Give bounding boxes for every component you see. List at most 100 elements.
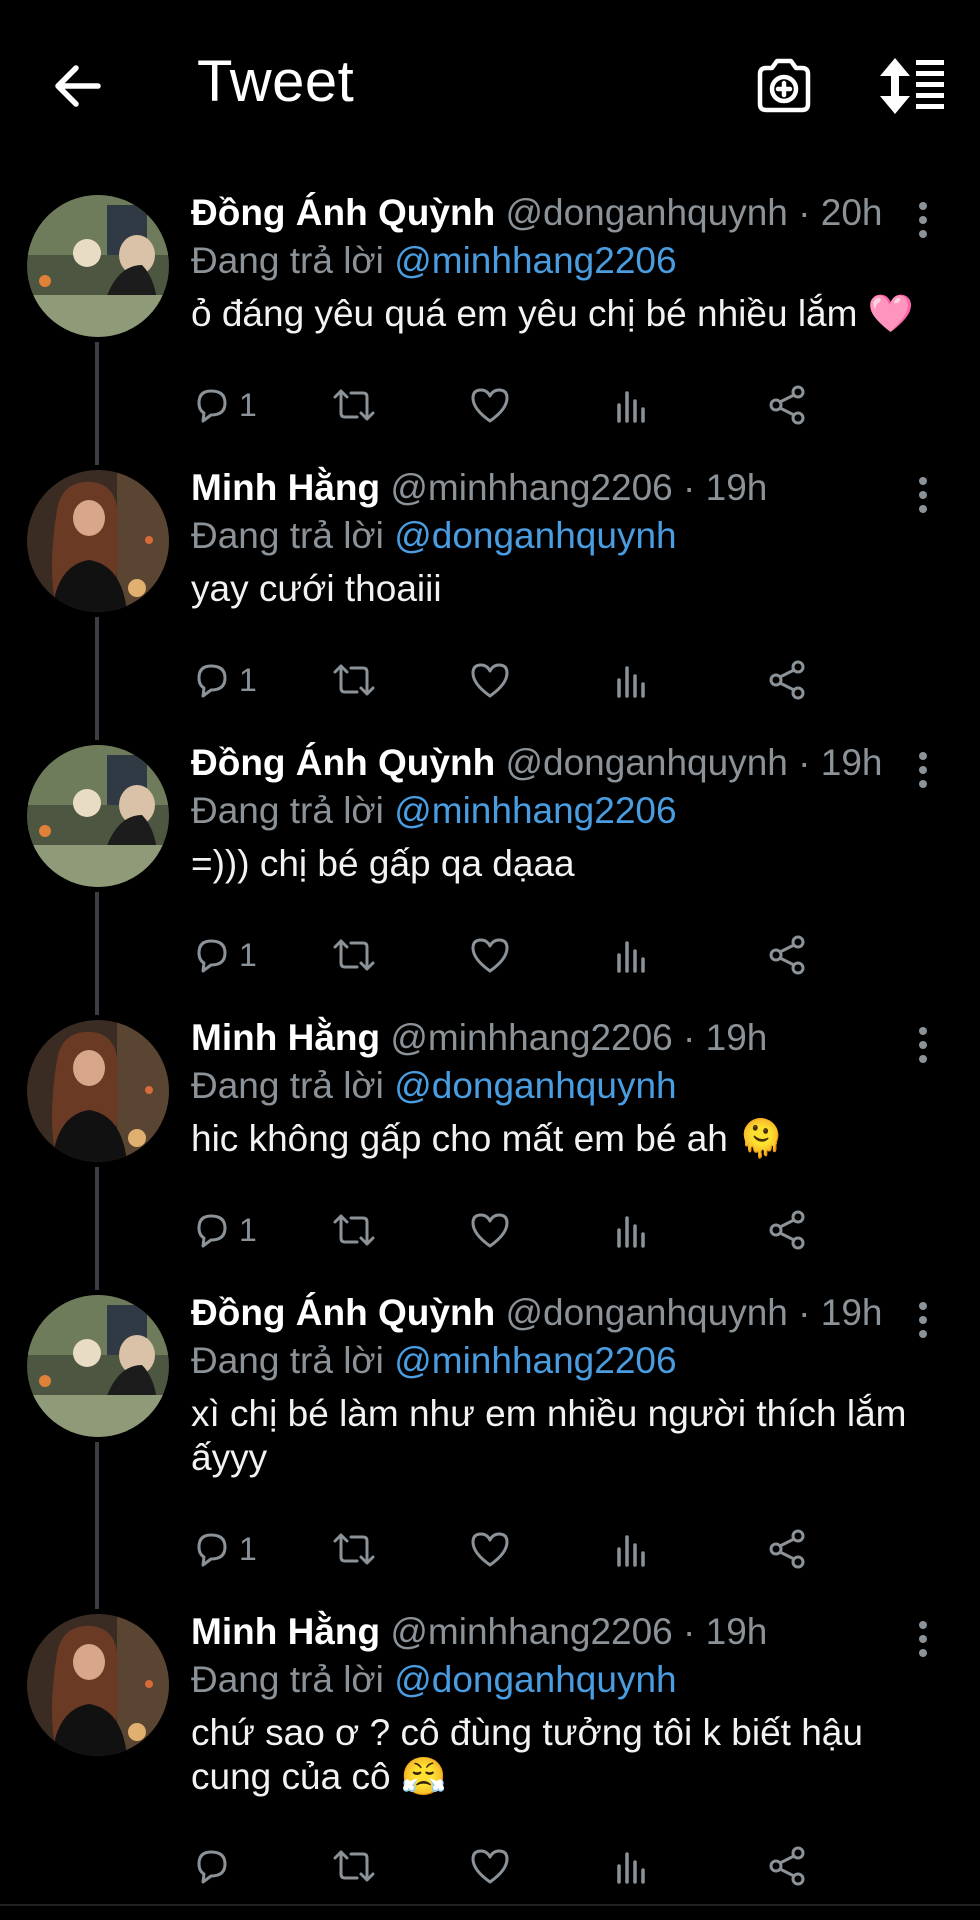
mention-link[interactable]: @donganhquynh [394,1659,676,1700]
more-button[interactable] [908,750,938,790]
tweet-content: Đồng Ánh Quỳnh @donganhquynh · 19h Đang … [191,1290,940,1480]
tweet[interactable]: Minh Hằng @minhhang2206 · 19h Đang trả l… [0,1609,980,1909]
tweet-actions: 1 [191,1524,940,1574]
like-button[interactable] [469,930,511,980]
analytics-button[interactable] [611,1524,651,1574]
analytics-icon [617,666,645,698]
retweet-icon [333,1533,375,1565]
heart-icon [471,1532,509,1567]
retweet-button[interactable] [331,1524,377,1574]
reply-button[interactable]: 1 [191,380,257,430]
avatar[interactable] [27,745,169,887]
analytics-button[interactable] [611,655,651,705]
tweet[interactable]: Đồng Ánh Quỳnh @donganhquynh · 20h Đang … [0,190,980,465]
mention-link[interactable]: @minhhang2206 [394,240,676,281]
reply-button[interactable]: 1 [191,655,257,705]
avatar-image [27,470,169,612]
more-button[interactable] [908,475,938,515]
share-icon [769,935,805,975]
like-button[interactable] [469,1524,511,1574]
reply-icon [197,1214,227,1248]
retweet-button[interactable] [331,655,377,705]
reply-icon [197,389,227,423]
mention-link[interactable]: @donganhquynh [394,1065,676,1106]
analytics-button[interactable] [611,930,651,980]
more-button[interactable] [908,200,938,240]
back-button[interactable] [48,56,108,116]
analytics-button[interactable] [611,1205,651,1255]
author-name[interactable]: Minh Hằng [191,467,380,508]
reply-button[interactable] [191,1841,239,1891]
author-name[interactable]: Minh Hằng [191,1017,380,1058]
like-button[interactable] [469,1205,511,1255]
mention-link[interactable]: @minhhang2206 [394,1340,676,1381]
analytics-button[interactable] [611,1841,651,1891]
share-button[interactable] [767,380,809,430]
avatar-image [27,1295,169,1437]
share-button[interactable] [767,930,809,980]
retweet-icon [333,1850,375,1882]
camera-button[interactable] [752,54,816,118]
reply-icon [197,664,227,698]
reply-button[interactable]: 1 [191,930,257,980]
author-name[interactable]: Minh Hằng [191,1611,380,1652]
replying-label: Đang trả lời [191,1065,384,1106]
retweet-button[interactable] [331,380,377,430]
more-button[interactable] [908,1619,938,1659]
avatar-image [27,1020,169,1162]
analytics-icon [617,1852,645,1884]
avatar[interactable] [27,470,169,612]
more-button[interactable] [908,1025,938,1065]
tweet-text: chứ sao ơ ? cô đùng tưởng tôi k biết hậu… [191,1712,863,1797]
tweet[interactable]: Đồng Ánh Quỳnh @donganhquynh · 19h Đang … [0,740,980,1015]
tweet[interactable]: Đồng Ánh Quỳnh @donganhquynh · 19h Đang … [0,1290,980,1609]
share-button[interactable] [767,1841,809,1891]
reply-button[interactable]: 1 [191,1205,257,1255]
avatar[interactable] [27,1020,169,1162]
avatar[interactable] [27,195,169,337]
retweet-button[interactable] [331,930,377,980]
like-button[interactable] [469,380,511,430]
replying-label: Đang trả lời [191,1659,384,1700]
share-button[interactable] [767,655,809,705]
avatar[interactable] [27,1295,169,1437]
tweet-content: Đồng Ánh Quỳnh @donganhquynh · 19h Đang … [191,740,940,886]
analytics-icon [617,1535,645,1567]
author-handle: @donganhquynh [505,192,788,233]
tweet-content: Minh Hằng @minhhang2206 · 19h Đang trả l… [191,465,940,611]
mention-link[interactable]: @donganhquynh [394,515,676,556]
like-button[interactable] [469,655,511,705]
retweet-button[interactable] [331,1205,377,1255]
author-handle: @donganhquynh [505,742,788,783]
more-button[interactable] [908,1300,938,1340]
author-name[interactable]: Đồng Ánh Quỳnh [191,742,495,783]
share-button[interactable] [767,1205,809,1255]
thread-connector [95,1442,99,1609]
camera-plus-icon [757,58,811,113]
analytics-icon [617,941,645,973]
more-vertical-icon [919,1027,927,1063]
heart-icon [471,1849,509,1884]
reply-button[interactable]: 1 [191,1524,257,1574]
thread-connector [95,892,99,1015]
mention-link[interactable]: @minhhang2206 [394,790,676,831]
author-name[interactable]: Đồng Ánh Quỳnh [191,1292,495,1333]
tweet-text: ỏ đáng yêu quá em yêu chị bé nhiều lắm 🩷 [191,293,914,334]
avatar-image [27,1614,169,1756]
replying-label: Đang trả lời [191,1340,384,1381]
retweet-button[interactable] [331,1841,377,1891]
avatar[interactable] [27,1614,169,1756]
share-button[interactable] [767,1524,809,1574]
analytics-button[interactable] [611,380,651,430]
top-app-bar: Tweet [0,0,980,170]
share-icon [769,385,805,425]
tweet[interactable]: Minh Hằng @minhhang2206 · 19h Đang trả l… [0,1015,980,1290]
tweet-actions: 1 [191,930,940,980]
tweet-actions: 1 [191,655,940,705]
sort-button[interactable] [878,54,948,118]
heart-icon [471,1213,509,1248]
like-button[interactable] [469,1841,511,1891]
tweet[interactable]: Minh Hằng @minhhang2206 · 19h Đang trả l… [0,465,980,740]
author-name[interactable]: Đồng Ánh Quỳnh [191,192,495,233]
thread-connector [95,617,99,740]
